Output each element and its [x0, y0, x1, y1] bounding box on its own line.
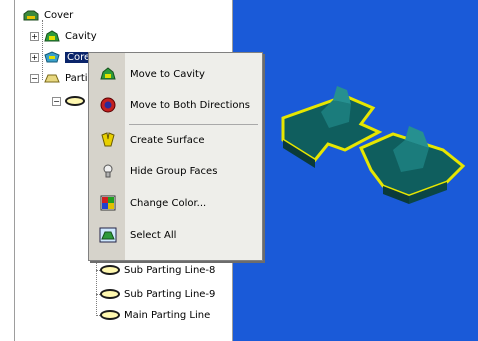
tree-item-subgroup[interactable]: −: [52, 92, 89, 110]
menu-item-select-all[interactable]: Select All: [89, 221, 262, 249]
parting-line-icon: [100, 289, 120, 299]
expand-icon[interactable]: +: [30, 52, 39, 62]
select-all-icon: [99, 227, 117, 243]
3d-viewport[interactable]: [233, 0, 478, 341]
cavity-icon: [100, 67, 116, 80]
tree-item-cavity[interactable]: + Cavity: [30, 27, 97, 45]
parting-line-icon: [100, 265, 120, 275]
menu-item-move-to-both-directions[interactable]: Move to Both Directions: [89, 91, 262, 119]
tree-item-sub-parting-line-8[interactable]: Sub Parting Line-8: [100, 261, 215, 279]
menu-separator: [129, 124, 258, 125]
core-icon: [44, 51, 60, 63]
menu-item-label: Select All: [130, 229, 177, 241]
tree-root-label: Cover: [44, 9, 74, 21]
tree-item-label: Sub Parting Line-8: [124, 264, 216, 276]
menu-item-label: Move to Both Directions: [130, 99, 251, 111]
menu-item-create-surface[interactable]: Create Surface: [89, 126, 262, 154]
surface-icon: [101, 132, 115, 147]
tree-item-sub-parting-line-9[interactable]: Sub Parting Line-9: [100, 285, 215, 303]
mold-part-icon: [23, 10, 39, 21]
core-part-model: [281, 86, 466, 204]
tree-item-main-parting-line[interactable]: Main Parting Line: [100, 306, 210, 324]
expand-icon[interactable]: +: [30, 31, 39, 41]
menu-item-change-color[interactable]: Change Color...: [89, 189, 262, 217]
menu-item-label: Hide Group Faces: [130, 165, 218, 177]
collapse-icon[interactable]: −: [30, 73, 39, 83]
tree-connector: [96, 258, 97, 316]
tree-item-label: Sub Parting Line-9: [124, 288, 216, 300]
tree-item-label: Main Parting Line: [124, 309, 211, 321]
collapse-icon[interactable]: −: [52, 96, 61, 106]
cavity-icon: [44, 30, 60, 42]
parting-line-icon: [100, 310, 120, 320]
tree-root-cover[interactable]: Cover: [22, 6, 73, 24]
menu-item-label: Create Surface: [130, 134, 205, 146]
parting-lines-icon: [44, 74, 60, 83]
menu-item-hide-group-faces[interactable]: Hide Group Faces: [89, 157, 262, 185]
tree-item-label: Cavity: [65, 30, 97, 42]
menu-item-label: Move to Cavity: [130, 68, 205, 80]
menu-item-label: Change Color...: [130, 197, 207, 209]
palette-icon: [100, 195, 116, 211]
both-directions-icon: [100, 97, 116, 113]
3d-model-render: [281, 86, 466, 204]
context-menu: Move to Cavity Move to Both Directions C…: [88, 52, 263, 261]
tree-item-core[interactable]: + Core: [30, 48, 93, 66]
menu-item-move-to-cavity[interactable]: Move to Cavity: [89, 60, 262, 88]
parting-line-icon: [65, 96, 85, 106]
hide-faces-icon: [103, 164, 113, 178]
